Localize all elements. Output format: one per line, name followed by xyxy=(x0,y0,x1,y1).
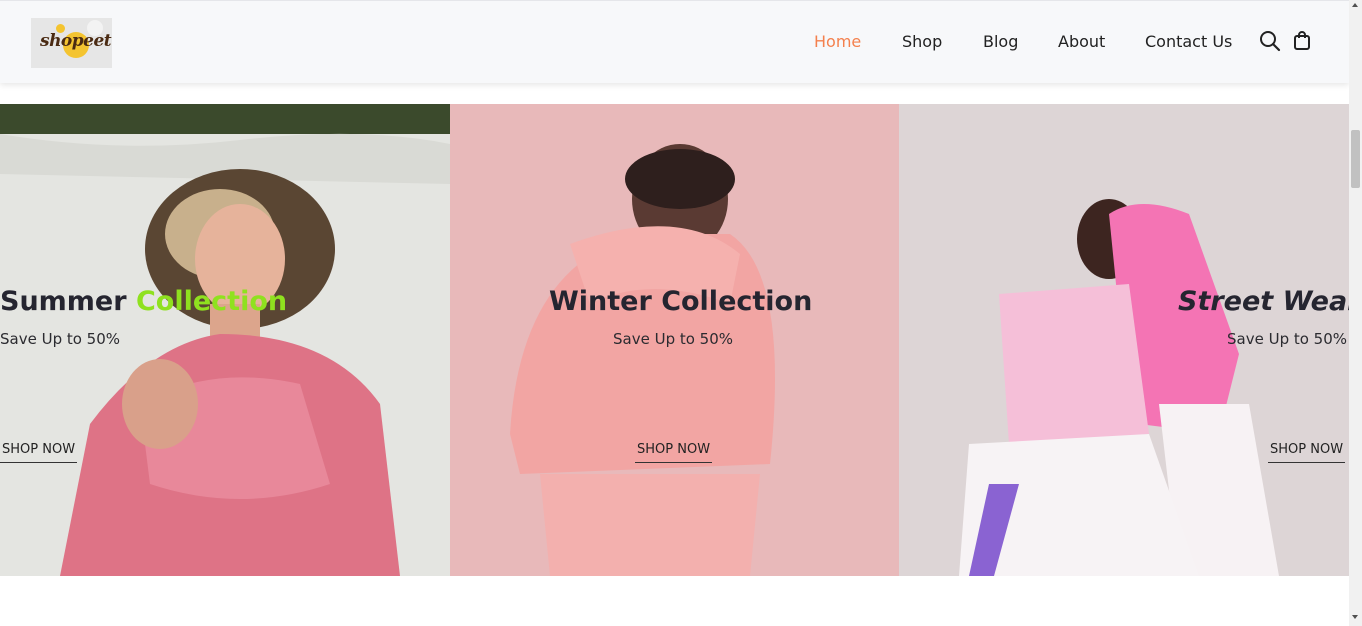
banner-winter[interactable]: Winter Collection Save Up to 50% SHOP NO… xyxy=(450,104,899,576)
banner-subtitle: Save Up to 50% xyxy=(0,330,121,348)
nav-blog[interactable]: Blog xyxy=(983,32,1018,51)
banner-street-wear[interactable]: Street Wear Save Up to 50% SHOP NOW xyxy=(899,104,1349,576)
scroll-down-icon[interactable] xyxy=(1352,615,1358,619)
banner-title-accent: Collection xyxy=(135,286,288,317)
banner-summer[interactable]: Summer Collection Save Up to 50% SHOP NO… xyxy=(0,104,450,576)
shopping-bag-icon[interactable] xyxy=(1292,30,1314,52)
logo-text: shopeet xyxy=(40,31,112,51)
scroll-up-icon[interactable] xyxy=(1352,3,1358,7)
banner-subtitle: Save Up to 50% xyxy=(613,330,734,348)
banner-title: Street Wear xyxy=(1178,286,1349,317)
nav-about[interactable]: About xyxy=(1058,32,1105,51)
brand-logo[interactable]: shopeet xyxy=(31,18,112,68)
shop-now-button[interactable]: SHOP NOW xyxy=(1268,442,1346,463)
search-icon[interactable] xyxy=(1259,30,1281,52)
shop-now-button[interactable]: SHOP NOW xyxy=(0,442,78,463)
shop-now-button[interactable]: SHOP NOW xyxy=(635,442,713,463)
nav-contact-us[interactable]: Contact Us xyxy=(1145,32,1232,51)
scrollbar-thumb[interactable] xyxy=(1351,130,1360,188)
nav-home[interactable]: Home xyxy=(814,32,861,51)
nav-shop[interactable]: Shop xyxy=(902,32,942,51)
banner-title: Winter Collection xyxy=(549,286,813,317)
banner-title: Summer Collection xyxy=(0,286,287,317)
banner-title-main: Summer xyxy=(0,286,136,317)
page-scrollbar[interactable] xyxy=(1349,0,1362,626)
site-header: shopeet Home Shop Blog About Contact Us xyxy=(0,0,1349,83)
banner-subtitle: Save Up to 50% xyxy=(1227,330,1348,348)
